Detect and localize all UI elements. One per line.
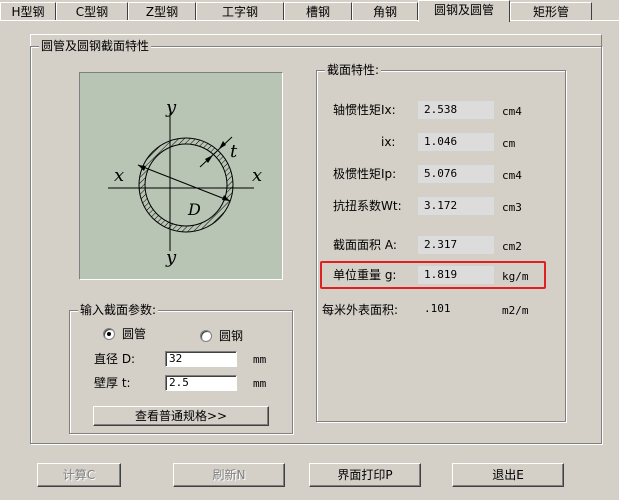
prop-unit-ix-moment: cm4 [502,105,522,118]
prop-unit-radius: cm [502,137,516,150]
x-right-label: x [252,165,263,186]
prop-label-torsion: 抗扭系数Wt: [333,199,402,213]
y-bottom-label: y [166,247,177,268]
thickness-input[interactable]: 2.5 [165,375,237,391]
tab-channel[interactable]: 槽钢 [284,2,352,20]
prop-label-ix-moment: 轴惯性矩Ix: [333,103,396,117]
diameter-unit: mm [253,353,267,366]
props-group-title: 截面特性: [325,63,382,77]
input-group-title: 输入截面参数: [78,303,159,317]
tab-i-beam[interactable]: 工字钢 [196,2,284,20]
diameter-label: 直径 D: [94,352,136,366]
tab-bar: H型钢 C型钢 Z型钢 工字钢 槽钢 角钢 圆钢及圆管 矩形管 [0,0,619,22]
t-label: t [230,141,238,162]
weight-highlight-box [320,261,546,289]
group-title: 圆管及圆钢截面特性 [39,39,152,53]
refresh-button[interactable]: 刷新N [173,463,285,487]
prop-unit-torsion: cm3 [502,201,522,214]
prop-unit-polar: cm4 [502,169,522,182]
tab-round-steel-pipe[interactable]: 圆钢及圆管 [418,0,510,22]
tab-c-steel[interactable]: C型钢 [56,2,128,20]
tab-angle[interactable]: 角钢 [352,2,418,20]
y-top-label: y [166,97,177,118]
thickness-label: 壁厚 t: [94,376,131,390]
print-button[interactable]: 界面打印P [309,463,421,487]
pipe-inner-circle [144,143,228,227]
tab-rect-tube[interactable]: 矩形管 [510,2,592,20]
prop-label-surface: 每米外表面积: [322,303,399,317]
prop-label-radius: ix: [381,135,396,149]
radio-pipe[interactable] [103,328,115,340]
diameter-input[interactable]: 32 [165,351,237,367]
prop-unit-surface: m2/m [502,304,529,317]
prop-value-polar: 5.076 [418,165,494,183]
radio-bar[interactable] [200,330,212,342]
tab-z-steel[interactable]: Z型钢 [128,2,196,20]
prop-label-area: 截面面积 A: [333,238,397,252]
prop-value-ix-moment: 2.538 [418,101,494,119]
radio-pipe-label: 圆管 [122,327,147,341]
x-left-label: x [114,165,125,186]
prop-unit-area: cm2 [502,240,522,253]
prop-value-radius: 1.046 [418,133,494,151]
prop-value-torsion: 3.172 [418,197,494,215]
prop-value-area: 2.317 [418,236,494,254]
prop-value-surface: .101 [418,300,494,318]
radio-bar-label: 圆钢 [219,329,244,343]
radio-dot [107,332,111,336]
pipe-section-diagram: y y x x t D [79,72,283,280]
thickness-unit: mm [253,377,267,390]
tab-h-steel[interactable]: H型钢 [0,2,56,20]
d-label: D [188,200,201,219]
prop-label-polar: 极惯性矩Ip: [333,167,397,181]
calc-button[interactable]: 计算C [37,463,121,487]
view-spec-button[interactable]: 查看普通规格>> [93,406,269,426]
exit-button[interactable]: 退出E [452,463,564,487]
